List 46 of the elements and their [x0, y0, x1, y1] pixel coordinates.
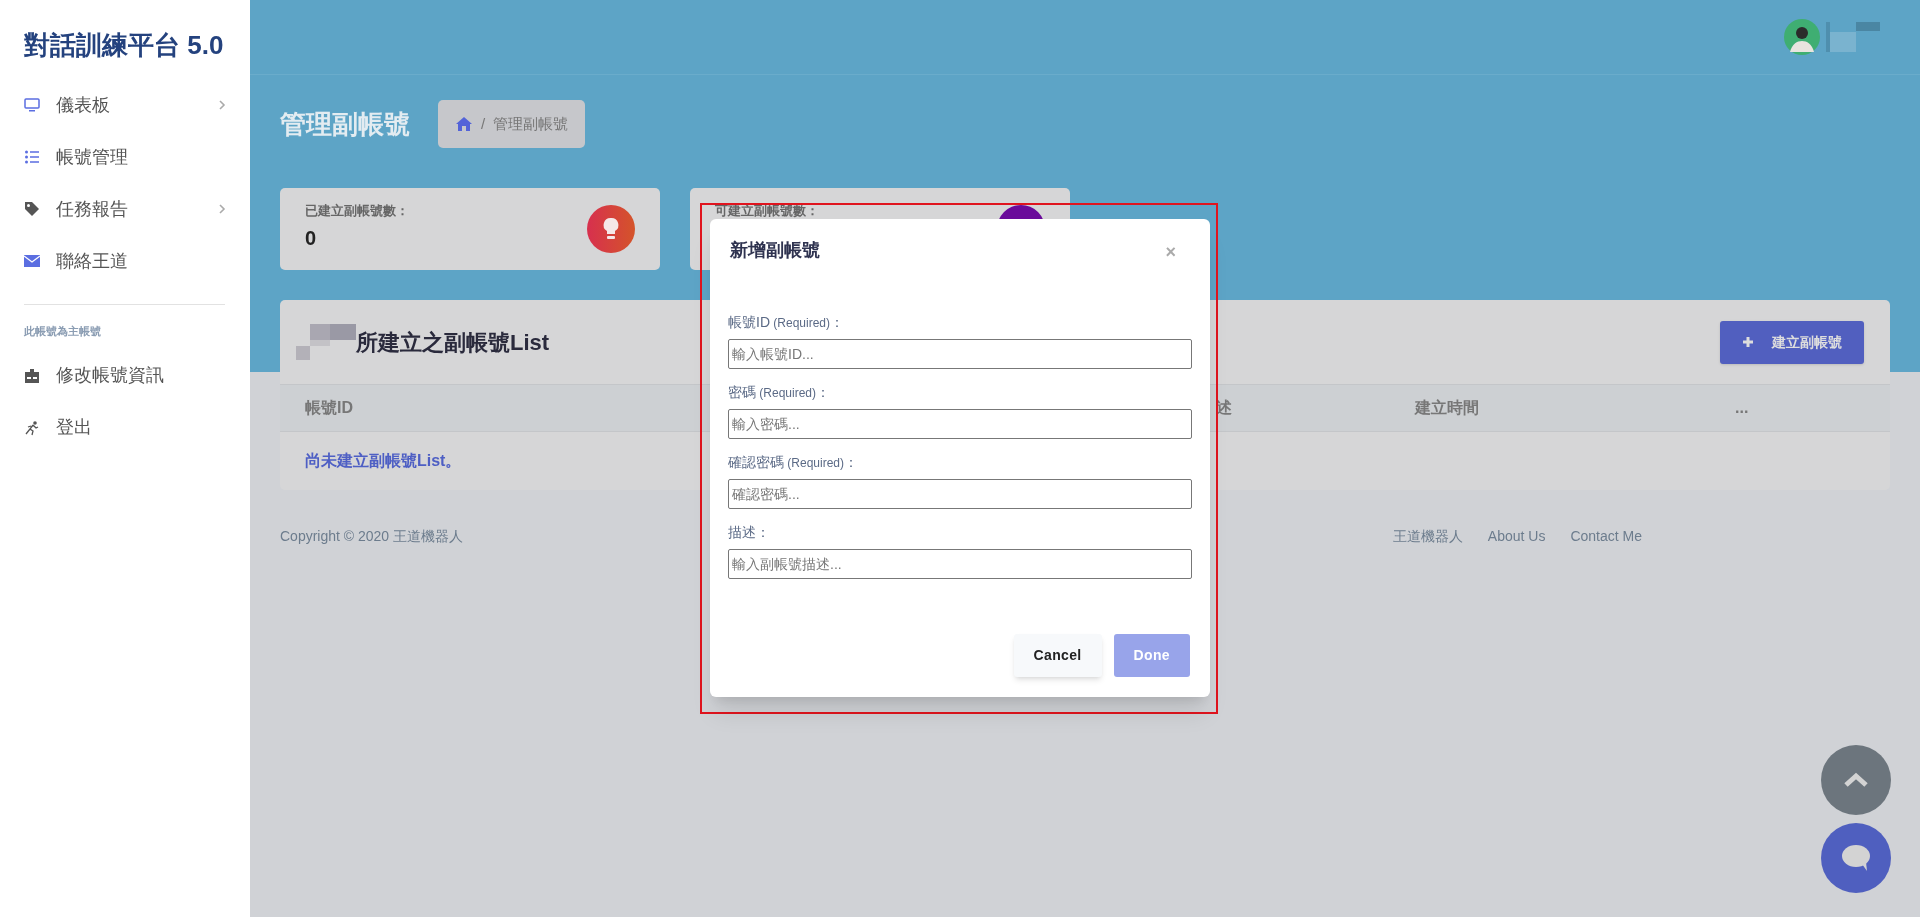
cancel-button[interactable]: Cancel [1013, 634, 1102, 677]
empty-message: 尚未建立副帳號List。 [305, 451, 462, 471]
field-label: 確認密碼 (Required)： [728, 453, 860, 472]
running-figure-icon [24, 419, 40, 436]
pixelated-name [296, 324, 356, 360]
stat-label: 可建立副帳號數： [715, 202, 819, 220]
list-title: 所建立之副帳號List [356, 328, 550, 357]
field-label: 帳號ID (Required)： [728, 313, 846, 332]
sidebar-item[interactable]: 儀表板 [24, 79, 226, 131]
text-field[interactable]: 輸入帳號ID... [728, 339, 1192, 369]
pixelated-name [1826, 22, 1880, 52]
chevron-right-icon [218, 99, 226, 111]
sidebar-item[interactable]: 任務報告 [24, 183, 226, 235]
copyright-text: Copyright © 2020 王道機器人 [280, 527, 464, 546]
app-title[interactable]: 對話訓練平台 5.0 [24, 26, 226, 65]
stat-value: 0 [305, 225, 318, 251]
avatar[interactable] [1784, 19, 1820, 55]
list-icon [24, 149, 40, 165]
plus-icon [1742, 336, 1754, 348]
chevron-up-icon [1843, 771, 1869, 789]
page-title: 管理副帳號 [280, 107, 410, 141]
sidebar-item[interactable]: 帳號管理 [24, 131, 226, 183]
text-field[interactable]: 輸入副帳號描述... [728, 549, 1192, 579]
sidebar-item[interactable]: 修改帳號資訊 [24, 349, 226, 402]
field-label: 密碼 (Required)： [728, 383, 832, 402]
breadcrumb-separator: / [481, 113, 486, 134]
monitor-icon [24, 97, 40, 113]
sidebar-item[interactable]: 登出 [24, 401, 226, 454]
section-label: 此帳號為主帳號 [24, 324, 102, 339]
column-header: 帳號ID [305, 399, 353, 416]
field-label: 描述： [728, 523, 771, 542]
dialog-title: 新增副帳號 [729, 239, 820, 262]
stat-label: 已建立副帳號數： [305, 202, 409, 220]
column-header: 建立時間 [1415, 399, 1479, 416]
home-icon[interactable] [455, 116, 473, 132]
sidebar-item[interactable]: 聯絡王道 [24, 235, 226, 287]
tag-icon [24, 201, 40, 217]
envelope-icon [24, 254, 40, 268]
column-header: ... [1735, 399, 1749, 416]
add-subaccount-button[interactable]: 建立副帳號 [1720, 320, 1864, 364]
lightbulb-icon [587, 205, 635, 253]
chevron-right-icon [218, 203, 226, 215]
text-field[interactable]: 確認密碼... [728, 479, 1192, 509]
speech-bubble-icon [1841, 844, 1871, 872]
id-card-icon [24, 367, 40, 384]
text-field[interactable]: 輸入密碼... [728, 409, 1192, 439]
